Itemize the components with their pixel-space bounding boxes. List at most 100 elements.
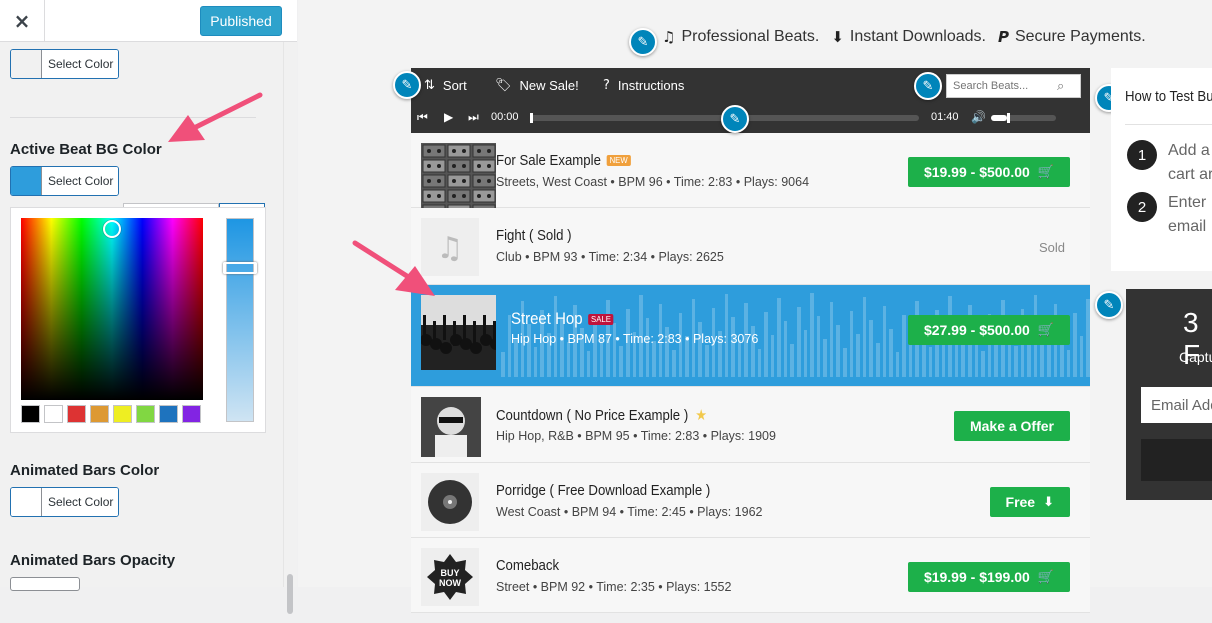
previous-icon[interactable]: ⏮: [417, 110, 428, 125]
add-to-cart-button[interactable]: $19.99 - $500.00 🛒: [907, 157, 1070, 187]
total-time: 01:40: [931, 111, 959, 123]
track-title-text: For Sale Example: [496, 152, 601, 169]
track-meta: Streets, West Coast • BPM 96 • Time: 2:8…: [496, 175, 810, 189]
section-divider: [10, 117, 256, 118]
track-row[interactable]: Countdown ( No Price Example ) ★ Hip Hop, …: [411, 387, 1090, 463]
bar: [672, 350, 676, 377]
download-icon: ⬇: [1043, 494, 1054, 510]
active-beat-bg-select-color-button[interactable]: Select Color: [10, 166, 119, 196]
sort-button[interactable]: ⇅ Sort: [424, 78, 467, 93]
track-title[interactable]: Comeback: [496, 557, 559, 574]
new-sale-label: New Sale!: [519, 78, 579, 93]
search-icon[interactable]: ⌕: [1057, 79, 1064, 94]
palette-swatch[interactable]: [21, 405, 40, 423]
sold-label: Sold: [1038, 240, 1065, 255]
new-badge: NEW: [606, 155, 631, 166]
select-color-label: Select Color: [42, 50, 118, 78]
sort-label: Sort: [442, 78, 467, 93]
bar: [797, 307, 801, 377]
volume-knob[interactable]: [1007, 113, 1011, 123]
edit-shortcut-pencil-icon[interactable]: ✎: [721, 105, 749, 133]
track-row[interactable]: BUY NOW Comeback Street • BPM 92 • Time: 2:…: [411, 538, 1090, 613]
palette-swatch[interactable]: [113, 405, 132, 423]
track-title[interactable]: Fight ( Sold ): [496, 227, 572, 244]
track-title[interactable]: Porridge ( Free Download Example ): [496, 482, 710, 499]
color-swatch: [11, 50, 42, 78]
progress-knob[interactable]: [530, 113, 533, 123]
svg-text:♫: ♫: [437, 231, 464, 266]
palette-swatch[interactable]: [90, 405, 109, 423]
palette-swatch[interactable]: [67, 405, 86, 423]
search-input[interactable]: [947, 80, 1057, 92]
subscribe-subtitle: Captu: [1179, 349, 1212, 365]
hue-slider-handle[interactable]: [223, 262, 257, 274]
edit-shortcut-pencil-icon[interactable]: ✎: [1095, 291, 1123, 319]
volume-slider[interactable]: [991, 113, 1056, 123]
hue-slider[interactable]: [226, 218, 254, 422]
search-box: ⌕: [946, 74, 1081, 98]
volume-icon[interactable]: 🔊: [971, 110, 986, 124]
color-picker[interactable]: [10, 207, 266, 433]
track-title[interactable]: Street Hop SALE: [511, 309, 615, 329]
bar: [790, 344, 795, 377]
track-row[interactable]: Porridge ( Free Download Example ) West C…: [411, 463, 1090, 538]
close-icon: ×: [13, 9, 31, 33]
bar: [645, 318, 650, 377]
music-icon: ♫: [662, 28, 676, 46]
color-picker-handle[interactable]: [103, 220, 121, 238]
bar: [829, 302, 834, 377]
track-thumbnail[interactable]: [420, 295, 502, 370]
saturation-value-square[interactable]: [21, 218, 203, 400]
edit-shortcut-pencil-icon[interactable]: ✎: [914, 72, 942, 100]
add-to-cart-button[interactable]: $19.99 - $199.00 🛒: [907, 562, 1070, 592]
select-color-button[interactable]: Select Color: [10, 49, 119, 79]
track-row[interactable]: Street Hop SALE Hip Hop • BPM 87 • Time: 2…: [411, 285, 1090, 387]
free-download-button[interactable]: Free ⬇: [989, 487, 1070, 517]
close-customizer-button[interactable]: ×: [0, 0, 45, 42]
sale-badge: SALE: [588, 313, 615, 325]
email-field[interactable]: Email Add: [1141, 387, 1212, 423]
track-thumbnail[interactable]: [421, 143, 496, 218]
next-icon[interactable]: ⏭: [468, 110, 479, 125]
track-thumbnail[interactable]: [421, 397, 496, 472]
bar: [823, 339, 827, 377]
widget-divider: [1125, 124, 1212, 125]
track-title[interactable]: Countdown ( No Price Example ) ★: [496, 406, 707, 424]
track-thumbnail[interactable]: ♫: [421, 218, 496, 293]
how-to-test-widget: How to Test Bu 1 Add a cart ar 2 Enter ema…: [1111, 68, 1212, 271]
sidebar-scrollbar[interactable]: [283, 42, 297, 614]
subscribe-button[interactable]: [1141, 439, 1212, 481]
add-to-cart-button[interactable]: $27.99 - $500.00 🛒: [907, 315, 1070, 345]
new-sale-button[interactable]: 🏷 New Sale!: [495, 78, 579, 93]
edit-shortcut-pencil-icon[interactable]: ✎: [629, 28, 657, 56]
opacity-input[interactable]: [10, 577, 80, 591]
make-offer-button[interactable]: Make a Offer: [953, 411, 1070, 441]
publish-button[interactable]: Published: [200, 6, 282, 36]
bar: [836, 325, 841, 377]
tagline-item: ♫ Professional Beats.: [662, 28, 819, 46]
bar: [586, 351, 591, 377]
track-thumbnail[interactable]: [421, 473, 496, 548]
track-row[interactable]: For Sale Example NEW Streets, West Coast •…: [411, 133, 1090, 218]
bar: [1014, 346, 1018, 377]
track-title-text: Fight ( Sold ): [496, 227, 572, 244]
track-title[interactable]: For Sale Example NEW: [496, 152, 631, 169]
track-meta: Hip Hop • BPM 87 • Time: 2:83 • Plays: 3…: [511, 332, 759, 346]
instructions-button[interactable]: ? Instructions: [603, 78, 684, 93]
edit-shortcut-pencil-icon[interactable]: ✎: [393, 71, 421, 99]
widget-title: How to Test Bu: [1125, 88, 1212, 105]
palette-swatch[interactable]: [136, 405, 155, 423]
paypal-icon: P: [997, 28, 1009, 46]
track-thumbnail[interactable]: BUY NOW: [421, 548, 496, 623]
star-icon: ★: [695, 406, 708, 424]
bar: [803, 330, 808, 377]
palette-swatch[interactable]: [159, 405, 178, 423]
palette-swatch[interactable]: [182, 405, 201, 423]
track-row[interactable]: ♫ Fight ( Sold ) Club • BPM 93 • Time: 2:3…: [411, 208, 1090, 285]
color-swatch: [11, 488, 42, 516]
play-icon[interactable]: ▶: [444, 110, 453, 124]
animated-bars-select-color-button[interactable]: Select Color: [10, 487, 119, 517]
scrollbar-thumb[interactable]: [287, 574, 293, 614]
palette-swatch[interactable]: [44, 405, 63, 423]
bar: [1073, 313, 1077, 377]
